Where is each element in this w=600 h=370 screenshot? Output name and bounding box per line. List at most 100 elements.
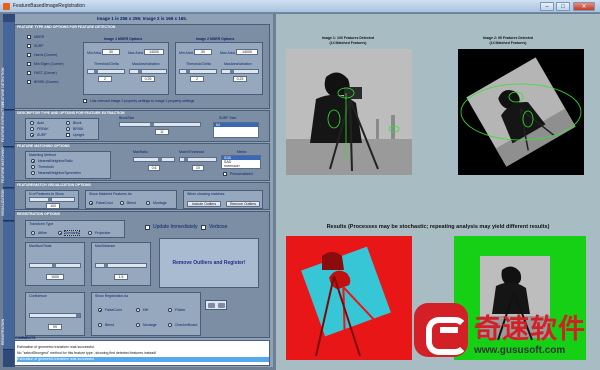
max-ratio-value[interactable]: 0.6	[148, 165, 160, 171]
minimize-button[interactable]: –	[540, 2, 554, 11]
extraction-section: DESCRIPTOR TYPE AND OPTIONS FOR FEATURE …	[14, 110, 270, 142]
img2-max-area-variation-value[interactable]: 0.25	[233, 76, 247, 82]
max-num-trials-value[interactable]: 1000	[46, 274, 64, 280]
flicker-forward-button[interactable]	[218, 303, 225, 308]
match-threshold-value[interactable]: 10	[192, 165, 204, 171]
cameraman-image2-rotated	[458, 49, 584, 175]
img2-threshold-delta-slider[interactable]	[179, 69, 217, 74]
flicker-back-button[interactable]	[208, 303, 215, 308]
flicker-controls	[205, 300, 227, 310]
max-ratio-label: MaxRatio	[133, 150, 148, 154]
detector-mineigen-checkbox[interactable]	[27, 62, 31, 66]
num-features-slider[interactable]	[29, 197, 75, 202]
max-area-variation-label: MaxAreaVariation	[224, 62, 252, 66]
descriptor-auto-radio[interactable]	[30, 121, 34, 125]
show-matches-panel: Show Matched Features As FalseColor Blen…	[85, 190, 177, 209]
img1-max-area-variation-value[interactable]: 0.25	[141, 76, 155, 82]
descriptor-surf-radio[interactable]	[30, 133, 34, 137]
comment-line: Estimation of geometric transform was su…	[17, 357, 269, 362]
reg-falsecolor-radio[interactable]	[98, 308, 102, 312]
img2-threshold-delta-value[interactable]: 2	[190, 76, 204, 82]
comments-box[interactable]: COMMENTS Estimation of geometric transfo…	[14, 336, 270, 366]
detector-brisk-checkbox[interactable]	[27, 80, 31, 84]
transform-affine-radio[interactable]	[31, 231, 35, 235]
reg-checkerboard-radio[interactable]	[168, 323, 172, 327]
verbose-checkbox[interactable]	[201, 225, 206, 230]
descriptor-brisk-radio[interactable]	[66, 127, 70, 131]
num-features-label: N of Features to Show	[29, 192, 64, 196]
detector-surf-checkbox[interactable]	[27, 44, 31, 48]
surf-size-option[interactable]: 64	[214, 123, 258, 127]
method-label: Threshold	[38, 165, 54, 169]
block-size-value[interactable]: 11	[155, 129, 169, 135]
max-distance-slider[interactable]	[95, 263, 147, 268]
img1-min-area-field[interactable]: 30	[102, 49, 120, 55]
reg-diff-radio[interactable]	[136, 308, 140, 312]
max-distance-value[interactable]: 1.5	[114, 274, 128, 280]
reg-option-label: Blend	[105, 323, 114, 327]
img1-max-area-variation-slider[interactable]	[129, 69, 167, 74]
block-size-slider[interactable]	[119, 122, 201, 127]
metric-option[interactable]: normxcorr	[222, 164, 260, 168]
image2-features-view	[458, 49, 584, 175]
metric-listbox[interactable]: SSD SAD normxcorr	[221, 155, 261, 169]
descriptor-block-radio[interactable]	[66, 121, 70, 125]
close-button[interactable]: ✕	[573, 2, 595, 11]
prenormalized-checkbox[interactable]	[223, 172, 227, 176]
method-threshold-radio[interactable]	[31, 165, 35, 169]
window-title: FeatureBasedImageRegistration	[13, 3, 85, 9]
confidence-slider[interactable]	[29, 313, 81, 318]
confidence-value[interactable]: 99	[48, 324, 62, 330]
match-threshold-slider[interactable]	[179, 157, 217, 162]
detector-harris-checkbox[interactable]	[27, 53, 31, 57]
reg-blend-radio[interactable]	[98, 323, 102, 327]
reg-montage-radio[interactable]	[136, 323, 140, 327]
update-immediately-label: Update Immediately	[153, 224, 198, 230]
img1-max-area-field[interactable]: 14000	[144, 49, 164, 55]
show-matches-label: Show Matched Features As	[89, 192, 132, 196]
transform-projective-radio[interactable]	[88, 231, 92, 235]
img1-threshold-delta-value[interactable]: 2	[98, 76, 112, 82]
reg-flicker-radio[interactable]	[168, 308, 172, 312]
descriptor-label: Upright	[73, 133, 85, 137]
update-immediately-checkbox[interactable]	[145, 225, 150, 230]
method-nnsymmetric-radio[interactable]	[31, 171, 35, 175]
img1-threshold-delta-slider[interactable]	[87, 69, 125, 74]
cameraman-image1	[286, 49, 412, 175]
method-label: NearestNeighborSymmetric	[38, 171, 81, 175]
section-title: FEATURE MATCHING OPTIONS	[17, 144, 70, 148]
when-showing-label: When showing matches:	[187, 192, 226, 196]
max-ratio-slider[interactable]	[133, 157, 175, 162]
image1-options-panel: Image 1 MSER Options Min Area 30 Max Are…	[83, 37, 169, 95]
descriptor-freak-radio[interactable]	[30, 127, 34, 131]
confidence-panel: Confidence 99	[25, 292, 85, 336]
show-falsecolor-radio[interactable]	[89, 201, 93, 205]
transform-similarity-radio[interactable]	[58, 231, 62, 235]
show-montage-radio[interactable]	[146, 201, 150, 205]
transform-label: Projective	[95, 231, 111, 235]
remove-outliers-register-button[interactable]: Remove Outliers and Register!	[159, 238, 259, 288]
maximize-button[interactable]: □	[556, 2, 570, 11]
img2-min-area-field[interactable]: 30	[194, 49, 212, 55]
img2-max-area-variation-slider[interactable]	[221, 69, 259, 74]
max-distance-label: MaxDistance	[95, 244, 116, 248]
method-nnratio-radio[interactable]	[31, 159, 35, 163]
max-num-trials-label: MaxNumTrials	[29, 244, 52, 248]
matching-method-label: Matching Method	[29, 153, 56, 157]
remove-outliers-button[interactable]: Remove Outliers	[226, 201, 260, 207]
detector-fast-checkbox[interactable]	[27, 71, 31, 75]
include-outliers-button[interactable]: Include Outliers	[187, 201, 221, 207]
img2-max-area-field[interactable]: 14000	[236, 49, 258, 55]
detector-mser-checkbox[interactable]	[27, 35, 31, 39]
min-area-label: Min Area	[179, 51, 193, 55]
max-num-trials-slider[interactable]	[29, 263, 81, 268]
num-features-value[interactable]: 100	[46, 203, 60, 209]
show-blend-radio[interactable]	[120, 201, 124, 205]
falsecolor-overlay	[286, 236, 412, 360]
reg-option-label: CheckerBoard	[175, 323, 198, 327]
descriptor-label: BRISK	[73, 127, 84, 131]
surf-size-listbox[interactable]: 64	[213, 122, 259, 138]
show-option-label: Montage	[153, 201, 167, 205]
descriptor-upright-checkbox[interactable]	[66, 133, 70, 137]
link-settings-checkbox[interactable]	[83, 99, 87, 103]
